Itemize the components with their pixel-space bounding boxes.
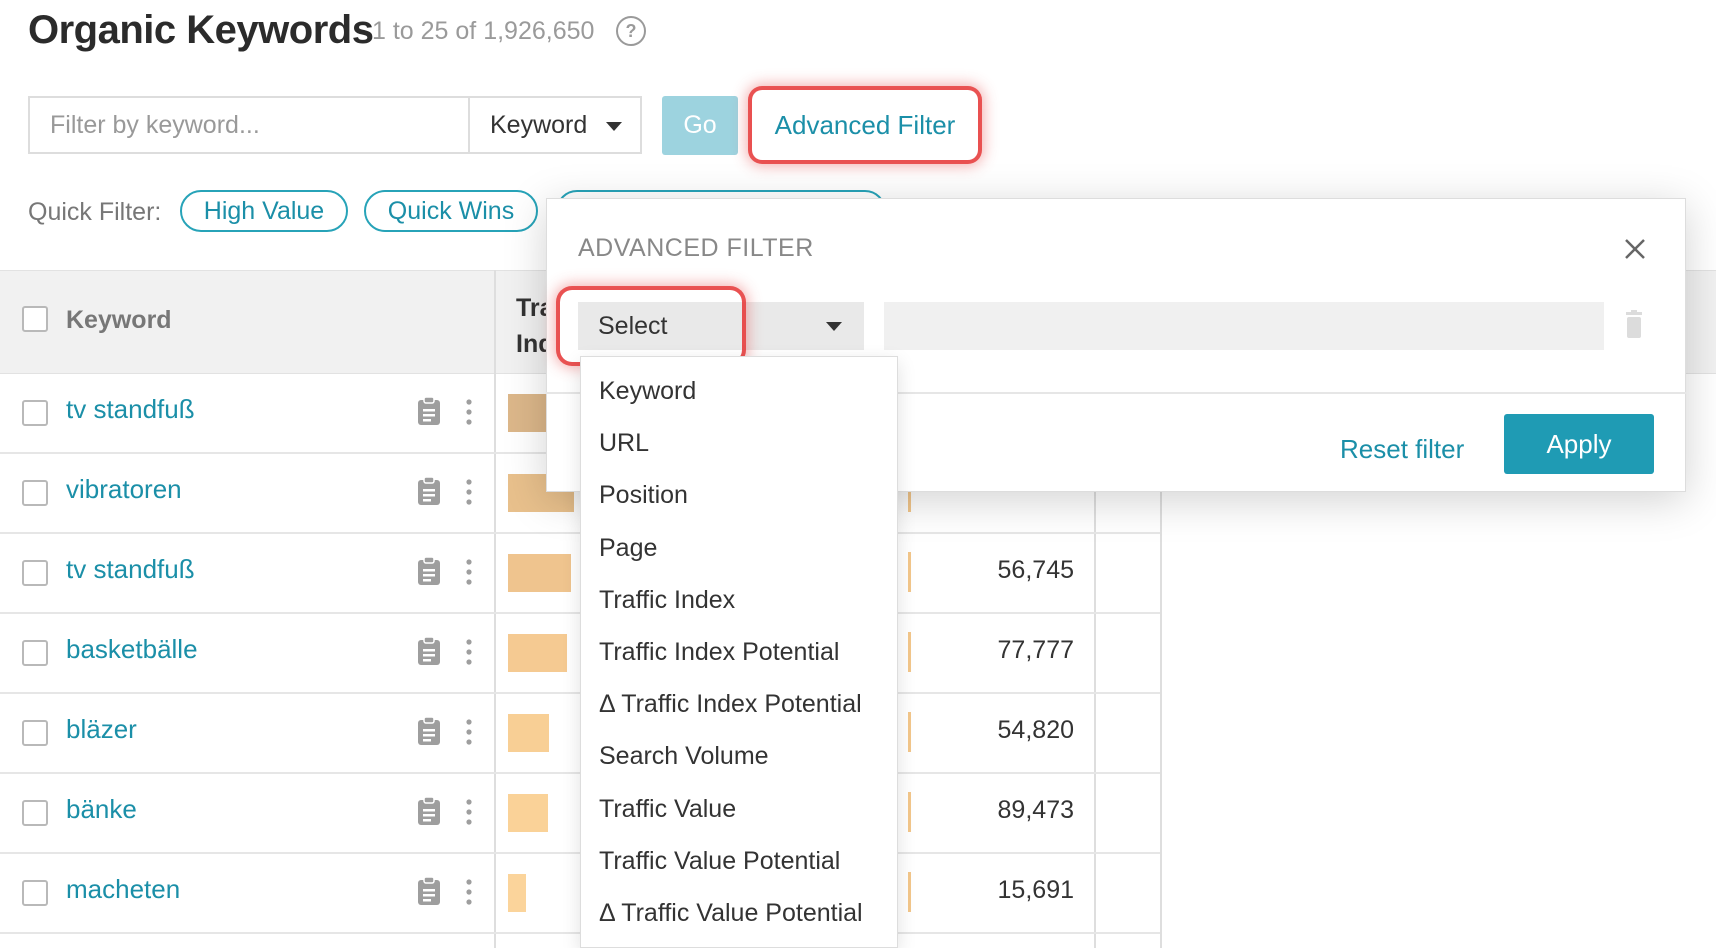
potential-bar	[908, 712, 911, 752]
clipboard-icon[interactable]	[416, 876, 442, 906]
quick-filter-quick-wins[interactable]: Quick Wins	[364, 190, 538, 232]
row-value: 89,473	[997, 796, 1074, 824]
traffic-index-bar	[508, 714, 549, 752]
row-value: 56,745	[997, 556, 1074, 584]
row-value: 15,691	[997, 876, 1074, 904]
result-count: 1 to 25 of 1,926,650	[372, 17, 595, 45]
more-vertical-icon[interactable]	[466, 398, 472, 426]
traffic-index-bar	[508, 634, 567, 672]
row-checkbox[interactable]	[22, 560, 48, 586]
row-checkbox[interactable]	[22, 640, 48, 666]
row-checkbox[interactable]	[22, 480, 48, 506]
dropdown-option[interactable]: Traffic Value	[599, 795, 736, 824]
select-all-checkbox[interactable]	[22, 306, 48, 332]
apply-button[interactable]: Apply	[1504, 414, 1654, 474]
quick-filter-high-value[interactable]: High Value	[180, 190, 348, 232]
row-keyword-link[interactable]: macheten	[66, 874, 180, 905]
column-header-keyword[interactable]: Keyword	[66, 306, 172, 335]
dropdown-option[interactable]: Traffic Value Potential	[599, 847, 840, 876]
more-vertical-icon[interactable]	[466, 638, 472, 666]
row-keyword-link[interactable]: basketbälle	[66, 634, 198, 665]
row-keyword-link[interactable]: tv standfuß	[66, 394, 195, 425]
potential-bar	[908, 872, 911, 912]
page-title: Organic Keywords	[28, 8, 374, 52]
clipboard-icon[interactable]	[416, 396, 442, 426]
clipboard-icon[interactable]	[416, 796, 442, 826]
row-keyword-link[interactable]: bläzer	[66, 714, 137, 745]
column-separator	[1160, 490, 1162, 948]
chevron-down-icon	[606, 122, 622, 131]
clipboard-icon[interactable]	[416, 556, 442, 586]
dropdown-option[interactable]: Δ Traffic Value Potential	[599, 899, 863, 928]
row-value: 77,777	[997, 636, 1074, 664]
clipboard-icon[interactable]	[416, 476, 442, 506]
go-button[interactable]: Go	[662, 96, 738, 155]
more-vertical-icon[interactable]	[466, 798, 472, 826]
potential-bar	[908, 552, 911, 592]
filter-field-select-label: Keyword	[490, 111, 588, 139]
filter-field-select[interactable]: Keyword	[468, 96, 642, 154]
row-keyword-link[interactable]: bänke	[66, 794, 137, 825]
row-checkbox[interactable]	[22, 720, 48, 746]
row-checkbox[interactable]	[22, 400, 48, 426]
more-vertical-icon[interactable]	[466, 878, 472, 906]
dropdown-option[interactable]: Page	[599, 534, 657, 563]
clipboard-icon[interactable]	[416, 636, 442, 666]
reset-filter-link[interactable]: Reset filter	[1340, 434, 1464, 465]
dropdown-option[interactable]: Keyword	[599, 377, 696, 406]
potential-bar	[908, 792, 911, 832]
advanced-filter-link[interactable]: Advanced Filter	[752, 90, 978, 160]
row-keyword-link[interactable]: tv standfuß	[66, 554, 195, 585]
row-value: 54,820	[997, 716, 1074, 744]
close-icon[interactable]	[1620, 234, 1650, 264]
dropdown-option[interactable]: URL	[599, 429, 649, 458]
filter-value-input[interactable]	[884, 302, 1604, 350]
dropdown-option[interactable]: Search Volume	[599, 742, 769, 771]
traffic-index-bar	[508, 554, 571, 592]
trash-icon[interactable]	[1622, 310, 1646, 340]
keyword-filter-input[interactable]: Filter by keyword...	[28, 96, 468, 154]
dropdown-option[interactable]: Δ Traffic Index Potential	[599, 690, 862, 719]
row-keyword-link[interactable]: vibratoren	[66, 474, 182, 505]
select-highlight-annotation	[560, 290, 742, 362]
more-vertical-icon[interactable]	[466, 478, 472, 506]
traffic-index-bar	[508, 874, 526, 912]
potential-bar	[908, 632, 911, 672]
quick-filter-label: Quick Filter:	[28, 198, 162, 226]
dropdown-option[interactable]: Traffic Index	[599, 586, 735, 615]
row-checkbox[interactable]	[22, 800, 48, 826]
traffic-index-bar	[508, 794, 548, 832]
row-checkbox[interactable]	[22, 880, 48, 906]
help-circle-icon[interactable]: ?	[616, 16, 646, 46]
dropdown-option[interactable]: Position	[599, 481, 688, 510]
dropdown-option[interactable]: Traffic Index Potential	[599, 638, 839, 667]
chevron-down-icon	[826, 322, 842, 331]
clipboard-icon[interactable]	[416, 716, 442, 746]
filter-column-dropdown: Keyword URL Position Page Traffic Index Traff…	[580, 356, 898, 948]
modal-title: ADVANCED FILTER	[578, 234, 814, 262]
more-vertical-icon[interactable]	[466, 718, 472, 746]
more-vertical-icon[interactable]	[466, 558, 472, 586]
